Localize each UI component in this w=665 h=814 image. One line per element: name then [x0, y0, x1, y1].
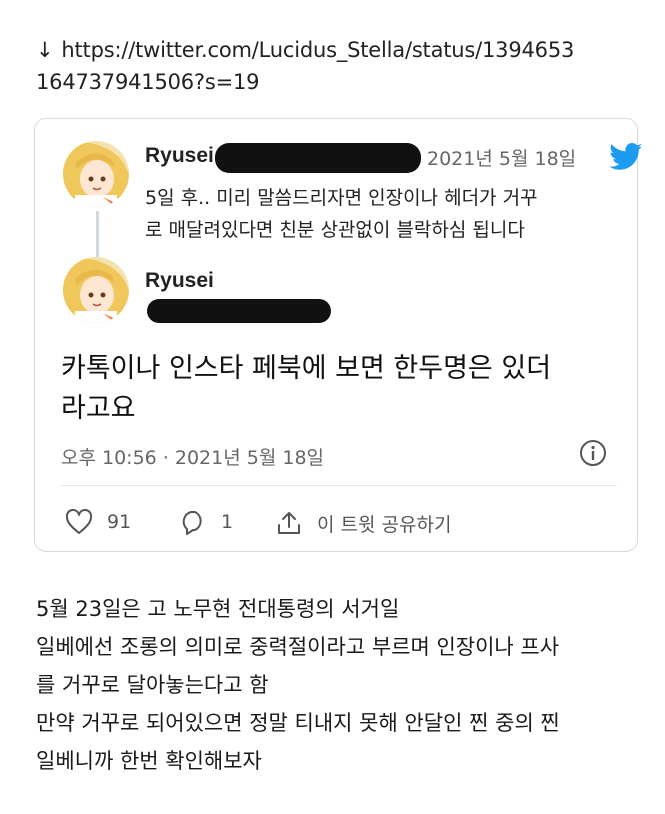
- like-count: 91: [107, 511, 132, 533]
- tweet-card[interactable]: Ryusei 2021년 5월 18일 5일 후.. 미리 말씀드리자면 인장이…: [34, 118, 643, 552]
- caption-line2: 일베에선 조롱의 의미로 중력절이라고 부르며 인장이나 프사: [36, 635, 560, 659]
- reply-text-line2: 로 매달려있다면 친분 상관없이 블락하심 됩니다: [145, 219, 525, 241]
- source-url[interactable]: ↓ https://twitter.com/Lucidus_Stella/stat…: [36, 34, 646, 98]
- reply-tweet-text: 5일 후.. 미리 말씀드리자면 인장이나 헤더가 거꾸 로 매달려있다면 친분…: [145, 182, 625, 246]
- reply-bubble-icon: [182, 511, 202, 535]
- twitter-bird-icon[interactable]: [609, 143, 643, 175]
- post-caption: 5월 23일은 고 노무현 전대통령의 서거일 일베에선 조롱의 의미로 중력절…: [36, 590, 656, 780]
- author-name[interactable]: Ryusei: [145, 269, 214, 293]
- share-button[interactable]: 이 트윗 공유하기: [275, 509, 451, 537]
- main-text-line2: 라고요: [61, 393, 136, 424]
- url-text-line2: 164737941506?s=19: [36, 70, 260, 94]
- reply-count: 1: [221, 511, 234, 533]
- share-icon: [278, 512, 300, 534]
- redacted-handle: [147, 299, 331, 323]
- like-button[interactable]: 91: [65, 509, 131, 535]
- url-text-line1: https://twitter.com/Lucidus_Stella/statu…: [61, 38, 575, 62]
- redacted-handle: [215, 143, 421, 173]
- down-arrow-icon: ↓: [36, 38, 54, 62]
- avatar[interactable]: [63, 141, 129, 207]
- divider: [61, 485, 617, 486]
- tweet-timestamp[interactable]: 오후 10:56 · 2021년 5월 18일: [61, 443, 324, 470]
- reply-text-line1: 5일 후.. 미리 말씀드리자면 인장이나 헤더가 거꾸: [145, 187, 538, 209]
- caption-line5: 일베니까 한번 확인해보자: [36, 749, 262, 773]
- info-icon[interactable]: [579, 439, 607, 471]
- author-name[interactable]: Ryusei: [145, 144, 214, 168]
- main-tweet-text: 카톡이나 인스타 페북에 보면 한두명은 있더 라고요: [61, 349, 621, 429]
- caption-line3: 를 거꾸로 달아놓는다고 함: [36, 673, 269, 697]
- caption-line4: 만약 거꾸로 되어있으면 정말 티내지 못해 안달인 찐 중의 찐: [36, 711, 560, 735]
- caption-line1: 5월 23일은 고 노무현 전대통령의 서거일: [36, 597, 400, 621]
- avatar[interactable]: [63, 257, 129, 323]
- reply-button[interactable]: 1: [179, 509, 233, 535]
- heart-icon: [65, 509, 93, 534]
- tweet-date[interactable]: 2021년 5월 18일: [427, 144, 576, 171]
- main-text-line1: 카톡이나 인스타 페북에 보면 한두명은 있더: [61, 353, 552, 384]
- share-label: 이 트윗 공유하기: [317, 513, 452, 536]
